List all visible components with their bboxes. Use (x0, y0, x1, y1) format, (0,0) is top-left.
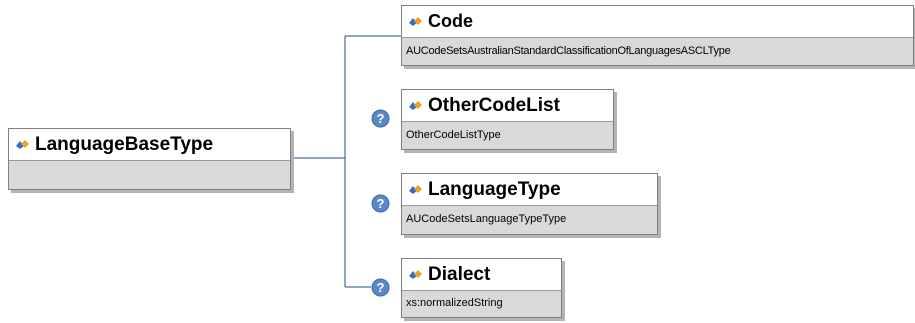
element-name-dialect: Dialect (428, 263, 491, 285)
element-type-languagetype: AUCodeSetsLanguageTypeType (402, 205, 657, 234)
element-name-code: Code (428, 11, 473, 31)
element-type-code: AUCodeSetsAustralianStandardClassificati… (402, 37, 913, 65)
optional-icon: ? (371, 194, 390, 213)
svg-text:?: ? (377, 196, 385, 211)
element-box-languagetype[interactable]: LanguageType AUCodeSetsLanguageTypeType (401, 173, 658, 235)
element-name-languagetype: LanguageType (428, 178, 561, 200)
optional-icon: ? (371, 278, 390, 297)
root-element-header: LanguageBaseType (9, 129, 290, 160)
element-box-othercodelist[interactable]: OtherCodeList OtherCodeListType (401, 89, 614, 150)
element-header-othercodelist: OtherCodeList (402, 90, 613, 121)
element-type-dialect: xs:normalizedString (402, 290, 561, 317)
element-name-othercodelist: OtherCodeList (428, 94, 560, 116)
svg-text:?: ? (377, 280, 385, 295)
element-icon (409, 101, 422, 110)
element-icon (409, 270, 422, 279)
element-header-dialect: Dialect (402, 259, 561, 290)
element-header-languagetype: LanguageType (402, 174, 657, 205)
element-icon (409, 17, 422, 26)
element-header-code: Code (402, 6, 913, 37)
element-icon (16, 140, 29, 149)
root-element-box[interactable]: LanguageBaseType (8, 128, 291, 190)
optional-icon: ? (371, 109, 390, 128)
element-box-dialect[interactable]: Dialect xs:normalizedString (401, 258, 562, 318)
svg-text:?: ? (377, 111, 385, 126)
root-element-name: LanguageBaseType (35, 133, 214, 155)
element-box-code[interactable]: Code AUCodeSetsAustralianStandardClassif… (401, 5, 914, 66)
element-icon (409, 185, 422, 194)
root-element-type-row (9, 160, 290, 189)
element-type-othercodelist: OtherCodeListType (402, 121, 613, 149)
